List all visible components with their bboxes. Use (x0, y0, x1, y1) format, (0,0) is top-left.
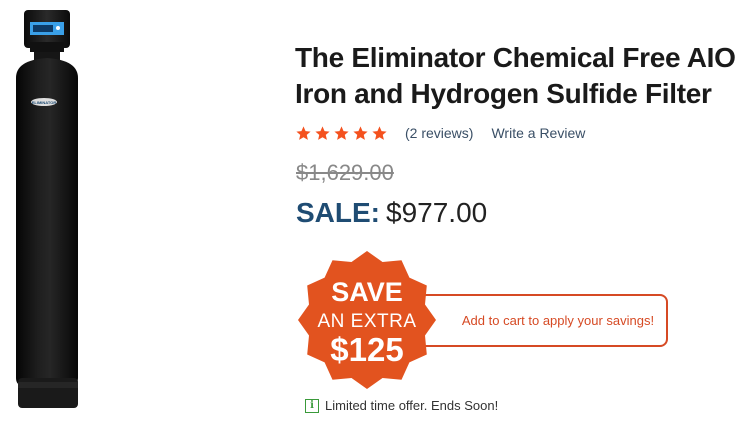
product-page: ELIMINATOR The Eliminator Chemical Free … (0, 0, 746, 421)
limited-offer-notice: i Limited time offer. Ends Soon! (305, 398, 498, 413)
sale-label: SALE: (296, 197, 380, 228)
star-icon (315, 125, 330, 140)
limited-offer-text: Limited time offer. Ends Soon! (325, 398, 499, 413)
write-review-link[interactable]: Write a Review (491, 125, 585, 141)
star-icon (296, 125, 311, 140)
product-image[interactable]: ELIMINATOR (0, 0, 110, 421)
rating-row: (2 reviews) Write a Review (295, 122, 585, 144)
promo-cta-text: Add to cart to apply your savings! (461, 313, 655, 328)
svg-text:ELIMINATOR: ELIMINATOR (32, 100, 57, 105)
sale-price-row: SALE: $977.00 (296, 196, 487, 230)
badge-an-extra-text: AN EXTRA (317, 311, 417, 332)
sale-price: $977.00 (386, 197, 488, 228)
badge-amount-text: $125 (330, 331, 404, 368)
star-rating[interactable] (295, 125, 388, 142)
star-icon (353, 125, 368, 140)
star-icon (334, 125, 349, 140)
original-price: $1,629.00 (296, 160, 394, 185)
product-title: The Eliminator Chemical Free AIO Iron an… (295, 42, 736, 109)
badge-save-text: SAVE (331, 277, 403, 307)
star-icon (372, 125, 387, 140)
save-extra-badge: SAVE AN EXTRA $125 (297, 250, 437, 390)
info-icon: i (305, 398, 319, 413)
reviews-count-link[interactable]: (2 reviews) (405, 125, 473, 141)
